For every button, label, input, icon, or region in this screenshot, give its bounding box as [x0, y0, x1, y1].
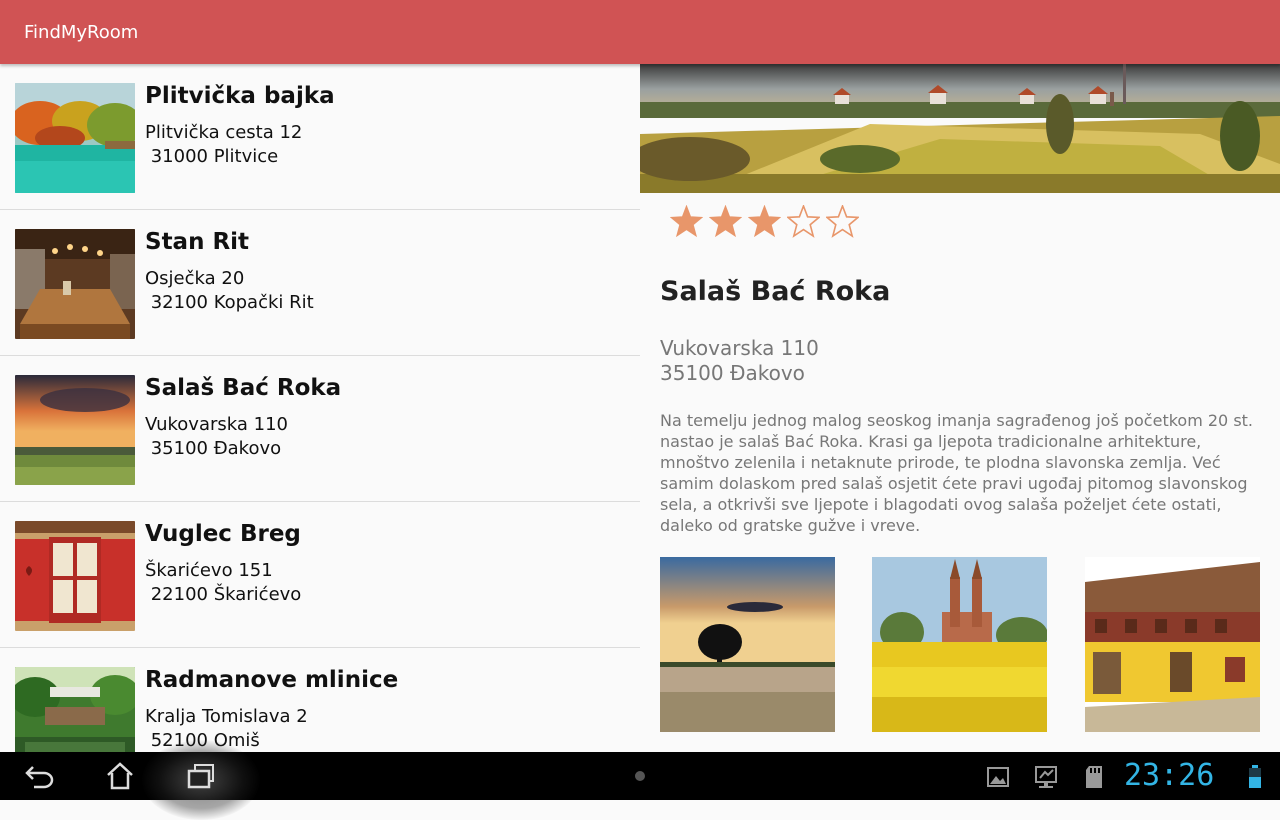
- back-button[interactable]: [16, 758, 64, 794]
- rustic-dining-room-thumbnail: [15, 229, 135, 339]
- star-empty-icon: [787, 205, 820, 238]
- star-filled-icon: [748, 205, 781, 238]
- detail-street: Vukovarska 110: [660, 336, 819, 360]
- list-item[interactable]: Plitvička bajka Plitvička cesta 12 31000…: [0, 64, 640, 210]
- recent-apps-button[interactable]: [177, 758, 225, 794]
- recent-apps-icon: [187, 764, 214, 789]
- room-city: 32100 Kopački Rit: [145, 292, 314, 313]
- autumn-lake-thumbnail: [15, 83, 135, 193]
- star-empty-icon: [826, 205, 859, 238]
- room-city: 35100 Đakovo: [145, 438, 282, 459]
- room-city: 22100 Škarićevo: [145, 584, 302, 605]
- room-street: Škarićevo 151: [145, 560, 273, 581]
- sd-card-icon[interactable]: [1081, 764, 1107, 790]
- battery-icon[interactable]: [1248, 765, 1262, 789]
- system-navigation-bar: 23:26: [0, 740, 1280, 820]
- list-item[interactable]: Salaš Bać Roka Vukovarska 110 35100 Đako…: [0, 356, 640, 502]
- menu-dot[interactable]: [635, 771, 645, 781]
- room-street: Plitvička cesta 12: [145, 122, 303, 143]
- gallery-image-farmhouse[interactable]: [1085, 557, 1260, 732]
- app-bar: FindMyRoom: [0, 0, 1280, 64]
- gallery-image-cathedral[interactable]: [872, 557, 1047, 732]
- detail-city: 35100 Đakovo: [660, 361, 805, 385]
- riverside-terrace-thumbnail: [15, 667, 135, 752]
- room-city: 31000 Plitvice: [145, 146, 279, 167]
- village-fields-hero-image: [640, 64, 1280, 193]
- room-street: Osječka 20: [145, 268, 245, 289]
- room-street: Vukovarska 110: [145, 414, 288, 435]
- list-item[interactable]: Vuglec Breg Škarićevo 151 22100 Škarićev…: [0, 502, 640, 648]
- sunset-field-thumbnail: [15, 375, 135, 485]
- detail-description: Na temelju jednog malog seoskog imanja s…: [660, 411, 1254, 535]
- list-item[interactable]: Stan Rit Osječka 20 32100 Kopački Rit: [0, 210, 640, 356]
- home-icon: [107, 762, 133, 790]
- room-detail-panel: Salaš Bać Roka Vukovarska 110 35100 Đako…: [640, 64, 1280, 752]
- red-window-shutters-thumbnail: [15, 521, 135, 631]
- gallery-notification-icon[interactable]: [985, 764, 1011, 790]
- room-name: Vuglec Breg: [145, 521, 301, 547]
- room-street: Kralja Tomislava 2: [145, 706, 308, 727]
- star-filled-icon: [670, 205, 703, 238]
- star-filled-icon: [709, 205, 742, 238]
- usb-debugging-icon[interactable]: [1033, 764, 1059, 790]
- home-button[interactable]: [96, 758, 144, 794]
- clock[interactable]: 23:26: [1124, 758, 1214, 793]
- room-name: Stan Rit: [145, 229, 250, 255]
- list-item[interactable]: Radmanove mlinice Kralja Tomislava 2 521…: [0, 648, 640, 752]
- room-list[interactable]: Plitvička bajka Plitvička cesta 12 31000…: [0, 64, 640, 752]
- room-name: Salaš Bać Roka: [145, 375, 342, 401]
- gallery-image-tree-sunset[interactable]: [660, 557, 835, 732]
- rating-stars: [670, 205, 859, 241]
- detail-room-name: Salaš Bać Roka: [660, 276, 891, 307]
- room-name: Radmanove mlinice: [145, 667, 399, 693]
- room-name: Plitvička bajka: [145, 83, 335, 109]
- back-icon: [25, 766, 54, 789]
- app-title: FindMyRoom: [24, 22, 139, 43]
